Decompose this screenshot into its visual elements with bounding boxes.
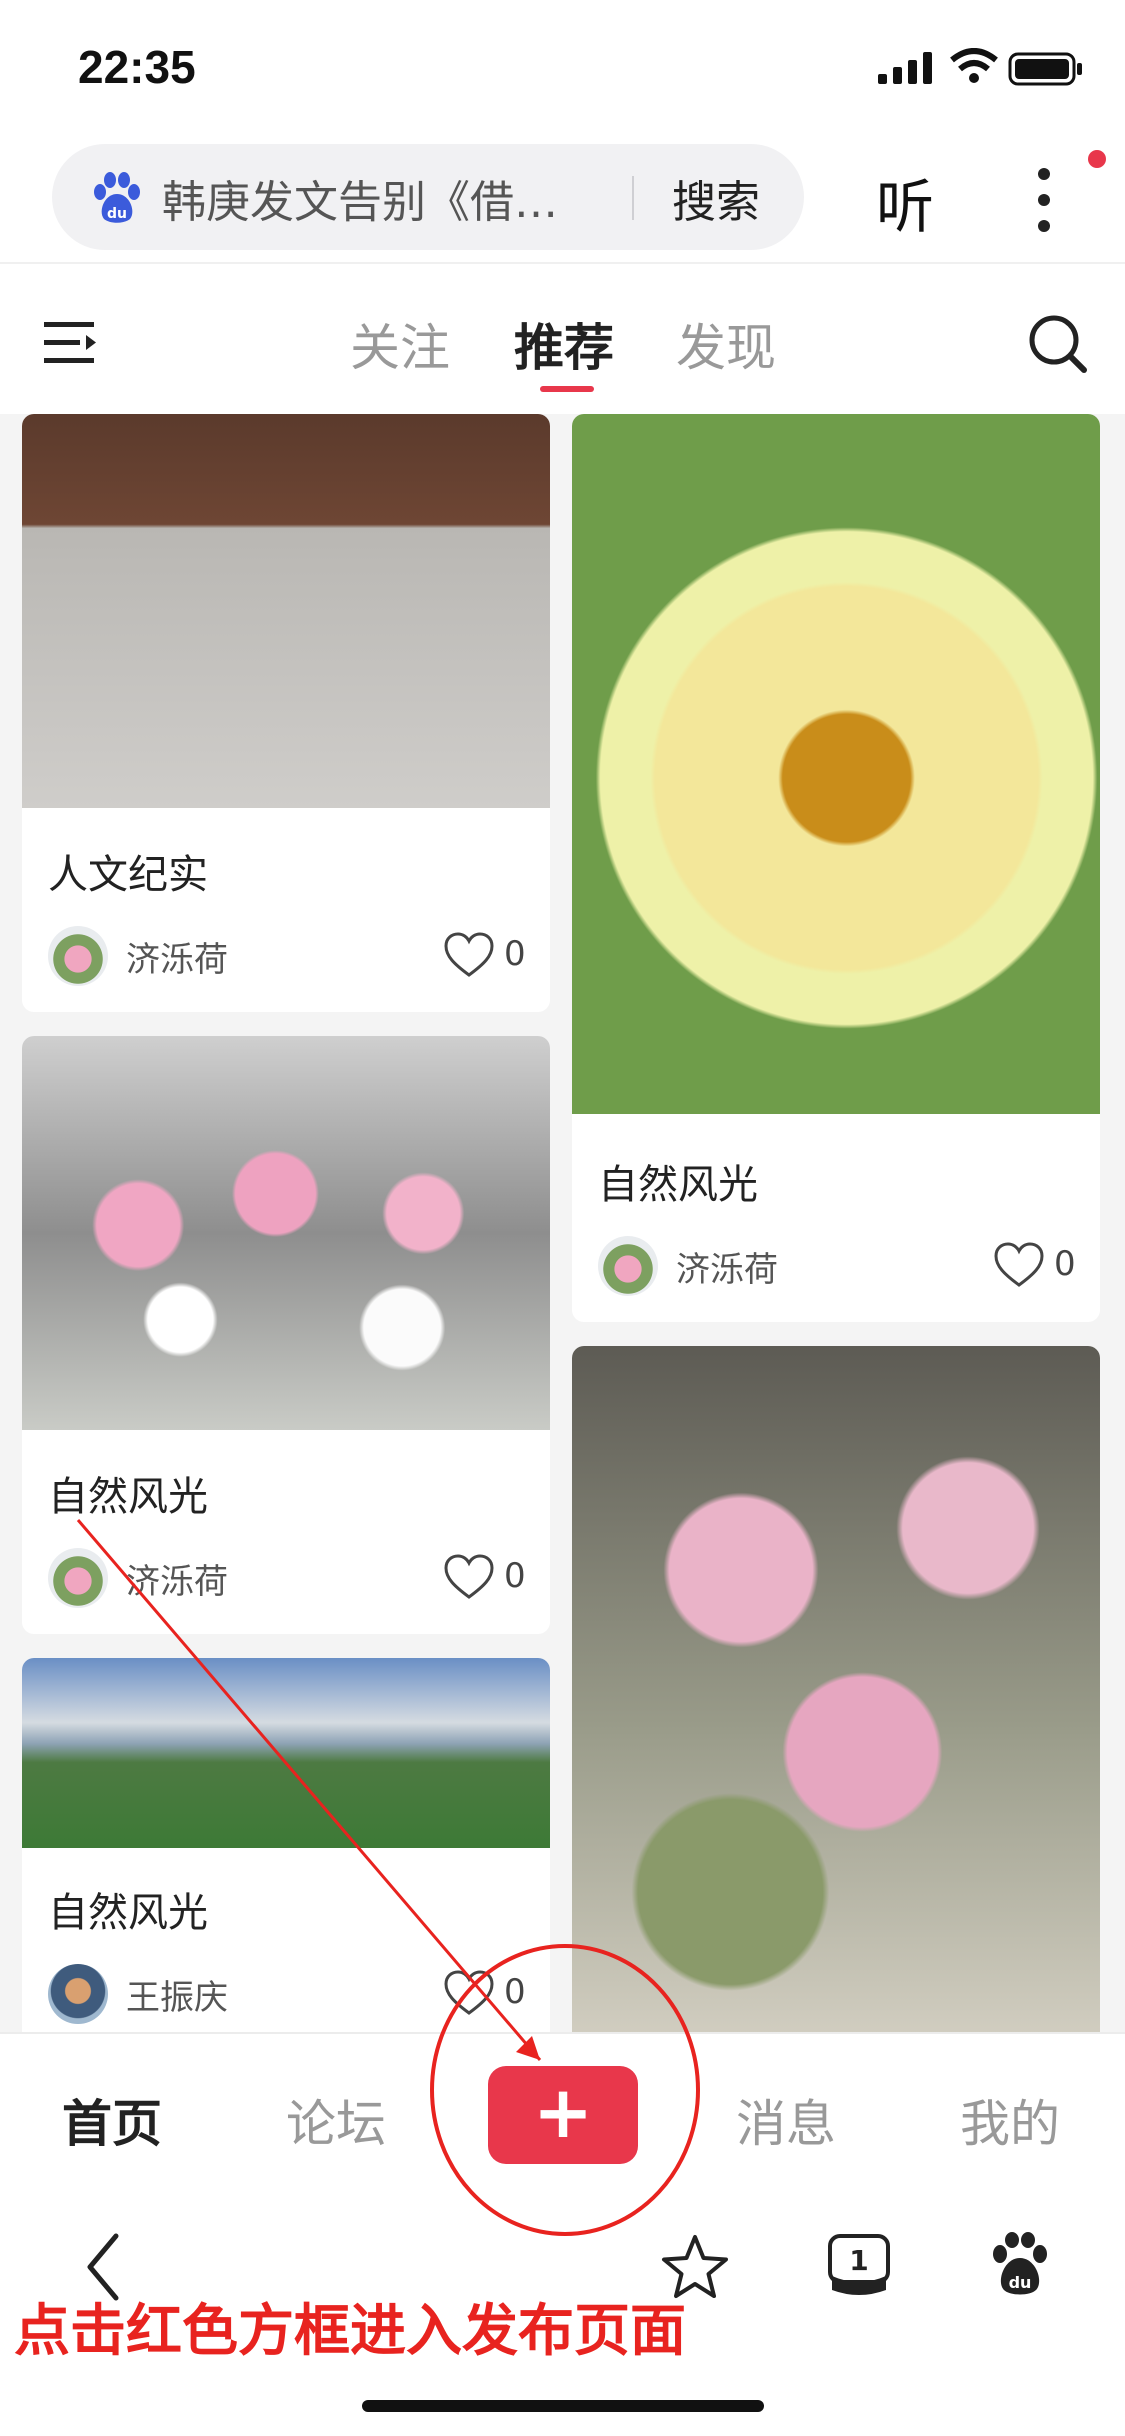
tab-recommend[interactable]: 推荐 xyxy=(514,308,614,380)
tab-count: 1 xyxy=(849,2244,868,2277)
more-icon[interactable] xyxy=(1024,168,1064,232)
battery-icon xyxy=(1008,52,1082,86)
feed-card[interactable]: 人文纪实 济泺荷 0 xyxy=(22,414,550,1012)
card-author: 济泺荷 xyxy=(676,1250,778,1290)
header-divider xyxy=(0,262,1125,264)
nav-home[interactable]: 首页 xyxy=(62,2084,162,2156)
feed-card[interactable]: 自然风光 王振庆 0 xyxy=(22,1658,550,2032)
card-title: 人文纪实 xyxy=(48,852,208,898)
heart-icon[interactable] xyxy=(994,1242,1044,1288)
avatar xyxy=(48,1964,108,2024)
listen-button[interactable]: 听 xyxy=(876,160,934,244)
card-title: 自然风光 xyxy=(48,1890,208,1936)
baidu-logo-icon: du xyxy=(94,172,140,223)
avatar xyxy=(48,926,108,986)
wifi-icon xyxy=(950,48,998,83)
nav-forum[interactable]: 论坛 xyxy=(286,2084,386,2156)
search-button[interactable]: 搜索 xyxy=(672,166,760,230)
search-divider xyxy=(632,176,634,220)
plus-icon: + xyxy=(532,2070,594,2154)
heart-icon[interactable] xyxy=(444,932,494,978)
card-image xyxy=(22,1036,550,1430)
tab-discover[interactable]: 发现 xyxy=(676,308,776,380)
signal-icon xyxy=(878,52,932,84)
feed-card[interactable]: 自然风光 济泺荷 0 xyxy=(22,1036,550,1634)
svg-text:du: du xyxy=(107,206,127,222)
menu-icon[interactable] xyxy=(44,320,98,368)
card-image xyxy=(22,414,550,808)
like-count: 0 xyxy=(504,934,526,974)
card-title: 自然风光 xyxy=(48,1474,208,1520)
avatar xyxy=(598,1236,658,1296)
heart-icon[interactable] xyxy=(444,1970,494,2016)
like-count: 0 xyxy=(1054,1244,1076,1284)
home-indicator xyxy=(362,2400,764,2412)
heart-icon[interactable] xyxy=(444,1554,494,1600)
svg-text:du: du xyxy=(1009,2273,1032,2292)
bottom-nav: 首页 论坛 + 消息 我的 xyxy=(0,2032,1125,2194)
feed-grid: 人文纪实 济泺荷 0 自然风光 济泺荷 0 自然风光 王振庆 0 自然风光 济泺… xyxy=(0,414,1125,2032)
card-author: 王振庆 xyxy=(126,1978,228,2018)
card-image xyxy=(572,1346,1100,2032)
tab-active-indicator xyxy=(540,386,594,392)
search-icon[interactable] xyxy=(1026,312,1090,376)
like-count: 0 xyxy=(504,1556,526,1596)
like-count: 0 xyxy=(504,1972,526,2012)
tabs-icon[interactable]: 1 xyxy=(826,2232,892,2298)
card-title: 自然风光 xyxy=(598,1162,758,1208)
card-image xyxy=(572,414,1100,1114)
card-author: 济泺荷 xyxy=(126,940,228,980)
tab-follow[interactable]: 关注 xyxy=(350,308,450,380)
card-image xyxy=(22,1658,550,1848)
nav-messages[interactable]: 消息 xyxy=(736,2084,836,2156)
feed-card[interactable] xyxy=(572,1346,1100,2032)
annotation-text: 点击红色方框进入发布页面 xyxy=(14,2299,686,2364)
feed-card[interactable]: 自然风光 济泺荷 0 xyxy=(572,414,1100,1322)
baidu-paw-icon[interactable]: du xyxy=(990,2232,1050,2296)
post-button[interactable]: + xyxy=(488,2066,638,2164)
nav-mine[interactable]: 我的 xyxy=(960,2084,1060,2156)
search-query-text[interactable]: 韩庚发文告别《借… xyxy=(162,166,682,230)
card-author: 济泺荷 xyxy=(126,1562,228,1602)
search-bar[interactable]: du 韩庚发文告别《借… 搜索 xyxy=(52,144,804,250)
notification-dot xyxy=(1088,150,1106,168)
status-time: 22:35 xyxy=(78,41,196,93)
avatar xyxy=(48,1548,108,1608)
